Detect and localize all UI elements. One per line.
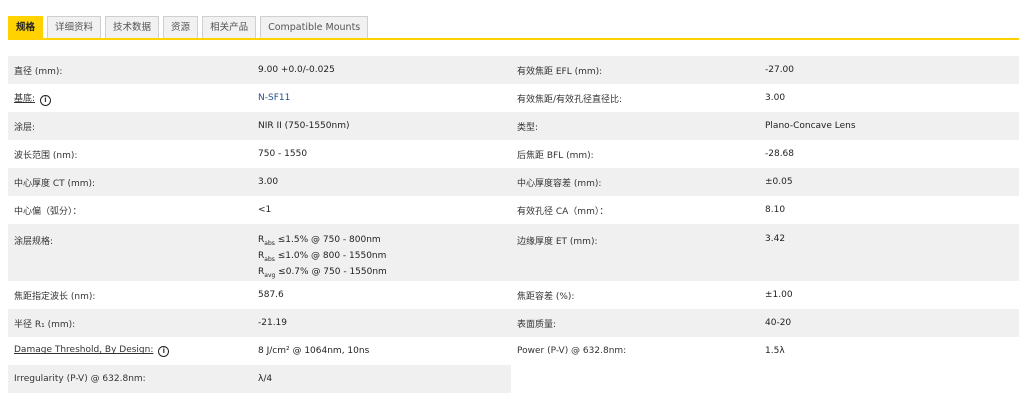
spec-label[interactable]: Damage Threshold, By Design: i (8, 337, 252, 365)
info-icon[interactable]: i (158, 346, 170, 358)
tab-specs[interactable]: 规格 (8, 16, 44, 38)
spec-value: NIR II (750-1550nm) (258, 121, 350, 131)
spec-value[interactable]: N-SF11 (252, 84, 511, 112)
spec-value: ±1.00 (765, 290, 793, 301)
spec-label: 直径 (mm): (14, 66, 63, 77)
spec-value: 3.00 (258, 177, 279, 187)
tab-technical-data[interactable]: 技术数据 (105, 16, 160, 38)
tab-related-products[interactable]: 相关产品 (202, 16, 257, 38)
spec-value: 40-20 (765, 318, 792, 329)
spec-value: 8.10 (765, 205, 786, 215)
empty-cell (759, 365, 1019, 394)
table-row: 直径 (mm): 9.00 +0.0/-0.025 有效焦距 EFL (mm):… (8, 56, 1019, 84)
spec-label: 有效焦距/有效孔径直径比: (517, 94, 623, 105)
tab-underline (8, 38, 1019, 40)
spec-label: 焦距指定波长 (nm): (14, 291, 96, 302)
spec-value: -27.00 (765, 65, 795, 75)
coating-line: Rabs ≤1.0% @ 800 - 1550nm (258, 250, 387, 263)
spec-label: Power (P-V) @ 632.8nm: (517, 346, 627, 357)
table-row: 波长范围 (nm): 750 - 1550 后焦距 BFL (mm): -28.… (8, 140, 1019, 168)
spec-value: 750 - 1550 (258, 149, 308, 159)
spec-value: λ/4 (258, 374, 273, 385)
spec-label: 焦距容差 (%): (517, 291, 575, 302)
damage-threshold-label[interactable]: Damage Threshold, By Design: (14, 345, 153, 355)
spec-label: 中心偏（弧分）： (14, 206, 82, 217)
tab-compatible-mounts[interactable]: Compatible Mounts (260, 16, 369, 38)
table-row: 焦距指定波长 (nm): 587.6 焦距容差 (%): ±1.00 (8, 281, 1019, 309)
spec-value: 3.42 (765, 234, 786, 244)
spec-label: 边缘厚度 ET (mm): (517, 237, 598, 247)
spec-value: 587.6 (258, 290, 284, 301)
spec-value: Plano-Concave Lens (765, 121, 856, 131)
spec-label: 波长范围 (nm): (14, 150, 78, 161)
spec-table: 直径 (mm): 9.00 +0.0/-0.025 有效焦距 EFL (mm):… (8, 56, 1019, 394)
table-row: 中心厚度 CT (mm): 3.00 中心厚度容差 (mm): ±0.05 (8, 168, 1019, 196)
spec-label[interactable]: 基底: i (8, 84, 252, 112)
table-row: 基底: i N-SF11 有效焦距/有效孔径直径比: 3.00 (8, 84, 1019, 112)
spec-label: Irregularity (P-V) @ 632.8nm: (14, 374, 146, 385)
spec-label: 有效焦距 EFL (mm): (517, 66, 603, 77)
info-icon[interactable]: i (39, 94, 51, 106)
spec-value: ±0.05 (765, 177, 793, 187)
substrate-label[interactable]: 基底: (14, 94, 35, 104)
spec-value: 8 J/cm² @ 1064nm, 10ns (258, 346, 370, 357)
spec-label: 半径 R₁ (mm): (14, 319, 76, 330)
empty-cell (511, 365, 759, 394)
spec-label: 中心厚度容差 (mm): (517, 178, 602, 189)
table-row: Irregularity (P-V) @ 632.8nm: λ/4 (8, 365, 1019, 394)
spec-label: 中心厚度 CT (mm): (14, 178, 96, 189)
spec-label: 有效孔径 CA（mm）： (517, 206, 609, 217)
table-row: 涂层规格: Rabs ≤1.5% @ 750 - 800nm Rabs ≤1.0… (8, 224, 1019, 282)
table-row: Damage Threshold, By Design: i 8 J/cm² @… (8, 337, 1019, 365)
spec-value: -21.19 (258, 318, 288, 329)
coating-line: Rabs ≤1.5% @ 750 - 800nm (258, 235, 381, 247)
spec-label: 后焦距 BFL (mm): (517, 150, 594, 161)
spec-label: 类型: (517, 122, 539, 133)
table-row: 涂层: NIR II (750-1550nm) 类型: Plano-Concav… (8, 112, 1019, 140)
spec-value: 9.00 +0.0/-0.025 (258, 65, 335, 75)
tab-details[interactable]: 详细资料 (47, 16, 102, 38)
coating-spec-value: Rabs ≤1.5% @ 750 - 800nm Rabs ≤1.0% @ 80… (252, 224, 511, 281)
table-row: 中心偏（弧分）： <1 有效孔径 CA（mm）： 8.10 (8, 196, 1019, 224)
tab-resources[interactable]: 资源 (163, 16, 199, 38)
table-row: 半径 R₁ (mm): -21.19 表面质量: 40-20 (8, 309, 1019, 338)
spec-label: 涂层规格: (14, 237, 54, 247)
spec-value: -28.68 (765, 149, 795, 159)
tab-bar: 规格 详细资料 技术数据 资源 相关产品 Compatible Mounts (8, 16, 369, 38)
spec-label: 表面质量: (517, 319, 557, 330)
spec-label: 涂层: (14, 122, 36, 133)
spec-value: <1 (258, 205, 272, 215)
coating-line: Ravg ≤0.7% @ 750 - 1550nm (258, 266, 387, 279)
spec-value: 1.5λ (765, 346, 785, 357)
substrate-link[interactable]: N-SF11 (258, 93, 290, 103)
spec-value: 3.00 (765, 93, 786, 103)
